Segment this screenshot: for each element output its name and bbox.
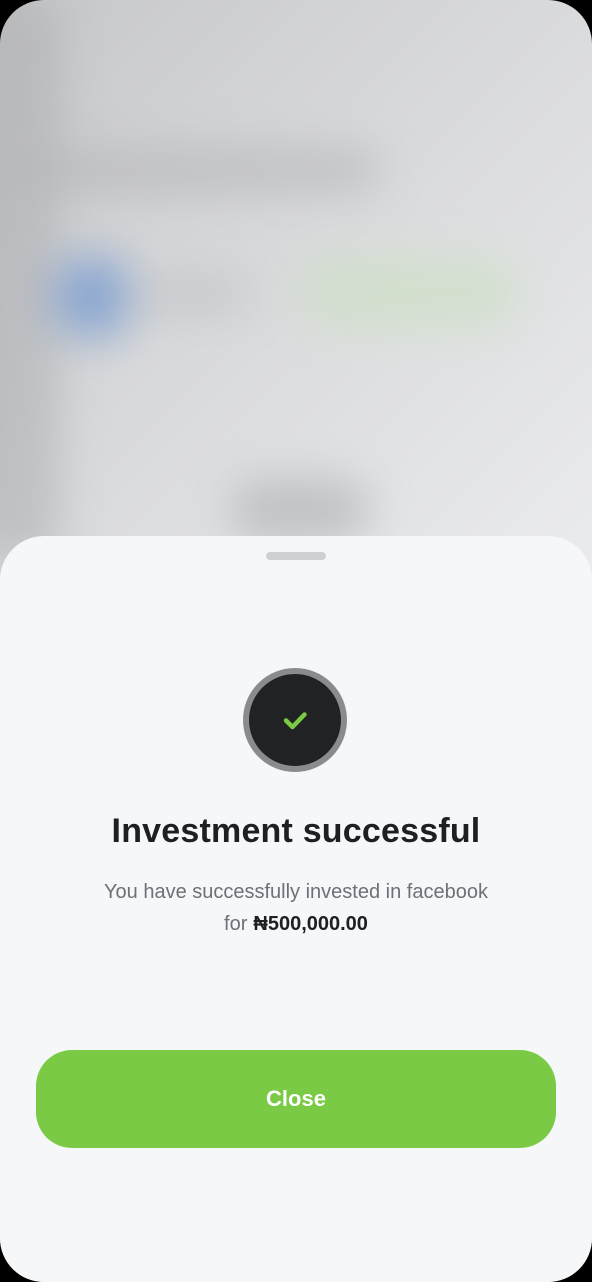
sheet-drag-handle[interactable] [266, 552, 326, 560]
success-message: You have successfully invested in facebo… [40, 876, 552, 940]
blurred-background-avatar [50, 255, 134, 339]
blurred-background-element [230, 480, 370, 540]
success-message-for: for [224, 913, 248, 935]
check-icon [283, 712, 307, 730]
blurred-background-heading [20, 150, 380, 190]
close-button[interactable]: Close [36, 1050, 556, 1148]
blurred-background-shade [0, 0, 60, 560]
invested-amount: ₦500,000.00 [253, 913, 368, 935]
blurred-background-text [140, 280, 250, 310]
success-title: Investment successful [111, 812, 481, 850]
screen: Investment successful You have successfu… [0, 0, 592, 1282]
success-message-text: You have successfully invested in facebo… [104, 881, 488, 903]
success-bottom-sheet: Investment successful You have successfu… [0, 536, 592, 1282]
blurred-background-button [300, 258, 520, 328]
success-status-circle [243, 668, 347, 772]
